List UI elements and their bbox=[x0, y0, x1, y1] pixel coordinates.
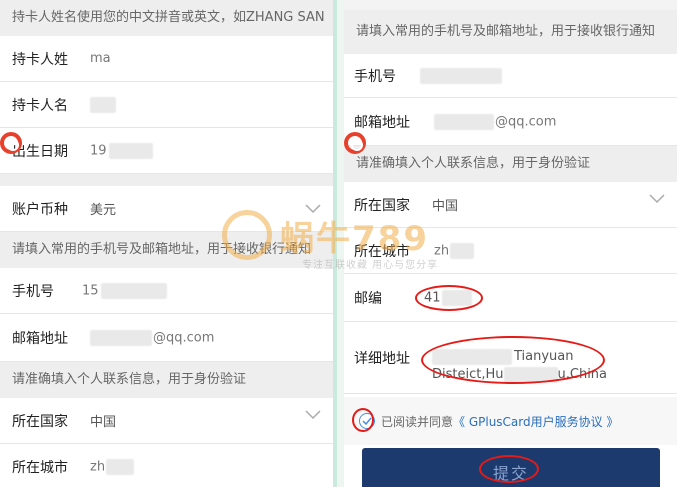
country-value[interactable]: 中国 bbox=[90, 411, 116, 430]
redacted-mask bbox=[441, 289, 472, 306]
city-row[interactable]: 所在城市 zh bbox=[0, 444, 333, 487]
identity-hint-text: 请准确填入个人联系信息，用于身份验证 bbox=[12, 372, 247, 387]
city-label: 所在城市 bbox=[12, 460, 68, 476]
city-row[interactable]: 所在城市 zh bbox=[344, 228, 677, 274]
email-row[interactable]: 邮箱地址 @qq.com bbox=[0, 314, 333, 362]
redacted-mask bbox=[106, 459, 135, 475]
address-value[interactable]: Tianyuan Disteict,Hu u,China bbox=[432, 348, 607, 384]
chevron-down-icon[interactable] bbox=[649, 194, 665, 204]
email-row[interactable]: 邮箱地址 @qq.com bbox=[344, 98, 677, 146]
identity-hint: 请准确填入个人联系信息，用于身份验证 bbox=[0, 362, 333, 398]
email-label: 邮箱地址 bbox=[12, 330, 68, 347]
identity-hint: 请准确填入个人联系信息，用于身份验证 bbox=[344, 146, 677, 182]
right-form-panel: 请填入常用的手机号及邮箱地址，用于接收银行通知 手机号 邮箱地址 @qq.com… bbox=[344, 0, 677, 487]
country-label: 所在国家 bbox=[12, 413, 68, 430]
contact-hint: 请填入常用的手机号及邮箱地址，用于接收银行通知 bbox=[0, 232, 333, 268]
currency-label: 账户币种 bbox=[12, 201, 68, 218]
email-value[interactable]: @qq.com bbox=[434, 113, 557, 130]
redacted-mask bbox=[450, 242, 475, 259]
surname-label: 持卡人姓 bbox=[12, 51, 68, 68]
phone-text: 15 bbox=[82, 283, 99, 298]
city-text: zh bbox=[434, 243, 450, 258]
redacted-mask bbox=[432, 348, 512, 365]
spacer bbox=[344, 0, 677, 10]
phone-row[interactable]: 手机号 bbox=[344, 54, 677, 98]
submit-button[interactable]: 提交 bbox=[362, 448, 660, 487]
phone-label: 手机号 bbox=[354, 68, 396, 85]
email-label: 邮箱地址 bbox=[354, 114, 410, 131]
email-value[interactable]: @qq.com bbox=[90, 329, 215, 346]
address-label: 详细地址 bbox=[354, 350, 410, 367]
contact-hint-text: 请填入常用的手机号及邮箱地址，用于接收银行通知 bbox=[12, 242, 312, 257]
contact-hint: 请填入常用的手机号及邮箱地址，用于接收银行通知 bbox=[344, 10, 677, 54]
chevron-down-icon[interactable] bbox=[305, 203, 321, 214]
surname-row[interactable]: 持卡人姓 ma bbox=[0, 36, 333, 82]
city-label: 所在城市 bbox=[354, 243, 410, 260]
agree-checkbox[interactable] bbox=[359, 413, 375, 429]
redacted-mask bbox=[90, 329, 152, 346]
phone-value[interactable] bbox=[420, 67, 502, 84]
country-row[interactable]: 所在国家 中国 bbox=[0, 398, 333, 444]
agreement-text: 已阅读并同意《 GPlusCard用户服务协议 》 bbox=[381, 413, 618, 430]
service-agreement-link[interactable]: 《 GPlusCard用户服务协议 》 bbox=[453, 415, 618, 429]
agreement-row: 已阅读并同意《 GPlusCard用户服务协议 》 bbox=[344, 397, 677, 445]
city-value[interactable]: zh bbox=[434, 242, 475, 259]
submit-label: 提交 bbox=[492, 464, 529, 483]
agreement-prefix: 已阅读并同意 bbox=[381, 414, 454, 429]
spacer bbox=[0, 174, 333, 186]
postcode-value[interactable]: 41 bbox=[424, 289, 472, 306]
email-text: @qq.com bbox=[495, 114, 557, 129]
surname-value[interactable]: ma bbox=[90, 51, 111, 66]
birthdate-row[interactable]: 出生日期 19 bbox=[0, 128, 333, 174]
left-form-panel: 持卡人姓名使用您的中文拼音或英文，如ZHANG SAN 持卡人姓 ma 持卡人名… bbox=[0, 0, 333, 487]
address-line2-end: u,China bbox=[557, 367, 608, 382]
country-label: 所在国家 bbox=[354, 197, 410, 214]
lifebuoy-icon bbox=[344, 132, 366, 154]
country-value[interactable]: 中国 bbox=[432, 195, 458, 214]
redacted-mask bbox=[108, 142, 153, 159]
name-hint: 持卡人姓名使用您的中文拼音或英文，如ZHANG SAN bbox=[0, 0, 333, 36]
redacted-mask bbox=[503, 366, 558, 383]
redacted-mask bbox=[100, 282, 167, 299]
postcode-label: 邮编 bbox=[354, 290, 382, 307]
currency-value[interactable]: 美元 bbox=[90, 199, 116, 218]
email-text: @qq.com bbox=[153, 330, 215, 345]
address-line1: Tianyuan bbox=[514, 349, 574, 364]
name-hint-text: 持卡人姓名使用您的中文拼音或英文，如ZHANG SAN bbox=[12, 10, 325, 25]
address-line2: Disteict,Hu bbox=[432, 367, 504, 382]
lifebuoy-icon bbox=[0, 132, 22, 154]
birthdate-value[interactable]: 19 bbox=[90, 142, 153, 159]
country-row[interactable]: 所在国家 中国 bbox=[344, 182, 677, 228]
city-value[interactable]: zh bbox=[90, 459, 135, 475]
panel-divider bbox=[337, 0, 344, 487]
postcode-row[interactable]: 邮编 41 bbox=[344, 274, 677, 322]
address-row[interactable]: 详细地址 Tianyuan Disteict,Hu u,China bbox=[344, 322, 677, 394]
postcode-text: 41 bbox=[424, 290, 441, 305]
phone-row[interactable]: 手机号 15 bbox=[0, 268, 333, 314]
given-name-value[interactable] bbox=[90, 96, 116, 113]
given-name-row[interactable]: 持卡人名 bbox=[0, 82, 333, 128]
redacted-mask bbox=[434, 113, 494, 130]
city-text: zh bbox=[90, 459, 106, 475]
check-icon bbox=[362, 417, 372, 426]
phone-label: 手机号 bbox=[12, 283, 54, 300]
identity-hint-text: 请准确填入个人联系信息，用于身份验证 bbox=[356, 156, 591, 171]
chevron-down-icon[interactable] bbox=[305, 410, 321, 420]
phone-value[interactable]: 15 bbox=[82, 282, 167, 299]
redacted-mask bbox=[90, 96, 116, 113]
contact-hint-text: 请填入常用的手机号及邮箱地址，用于接收银行通知 bbox=[356, 24, 656, 39]
given-name-label: 持卡人名 bbox=[12, 97, 68, 114]
currency-row[interactable]: 账户币种 美元 bbox=[0, 186, 333, 232]
redacted-mask bbox=[420, 67, 502, 84]
birthdate-text: 19 bbox=[90, 143, 107, 158]
